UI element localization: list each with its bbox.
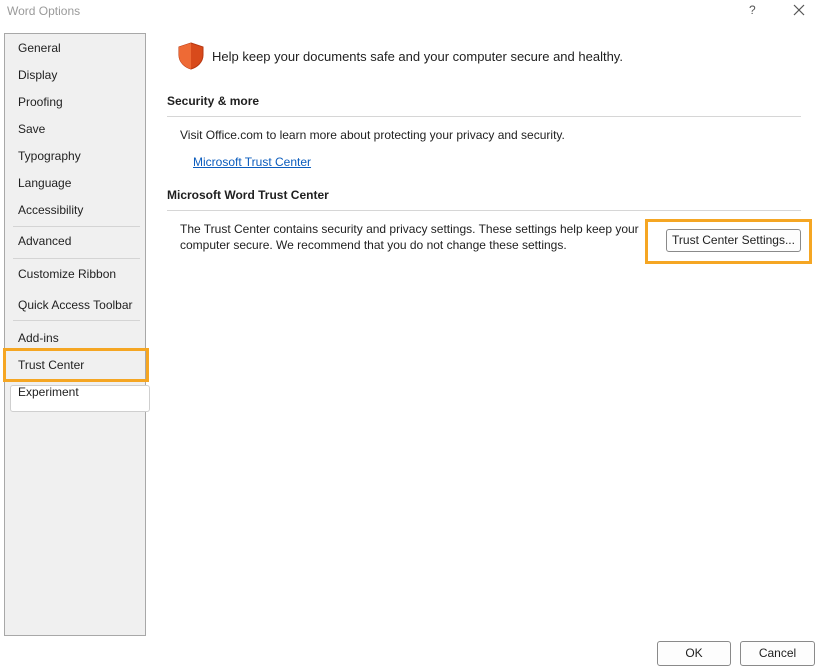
sidebar-item-customize-ribbon[interactable]: Customize Ribbon — [18, 267, 116, 281]
nav-separator — [13, 226, 140, 227]
microsoft-trust-center-link[interactable]: Microsoft Trust Center — [193, 155, 311, 169]
section-title-security: Security & more — [167, 94, 260, 108]
sidebar-item-proofing[interactable]: Proofing — [18, 95, 63, 109]
sidebar-item-add-ins[interactable]: Add-ins — [18, 331, 59, 345]
sidebar-item-trust-center[interactable]: Trust Center — [18, 358, 84, 372]
shield-icon — [178, 42, 204, 70]
sidebar-item-experiment[interactable]: Experiment — [18, 385, 79, 399]
nav-separator — [13, 320, 140, 321]
sidebar-item-save[interactable]: Save — [18, 122, 45, 136]
nav-separator — [13, 258, 140, 259]
section-divider — [167, 210, 801, 211]
page-headline: Help keep your documents safe and your c… — [212, 49, 623, 64]
security-description: Visit Office.com to learn more about pro… — [180, 128, 565, 142]
trust-center-description: The Trust Center contains security and p… — [180, 222, 639, 252]
title-bar: Word Options ? — [0, 0, 819, 24]
sidebar-item-advanced[interactable]: Advanced — [18, 234, 71, 248]
trust-center-settings-button[interactable]: Trust Center Settings... — [666, 229, 801, 252]
sidebar-item-display[interactable]: Display — [18, 68, 57, 82]
section-title-trust-center: Microsoft Word Trust Center — [167, 188, 329, 202]
help-button[interactable]: ? — [749, 3, 756, 17]
sidebar-nav: General Display Proofing Save Typography… — [4, 33, 150, 636]
section-divider — [167, 116, 801, 117]
sidebar-item-language[interactable]: Language — [18, 176, 71, 190]
ok-button[interactable]: OK — [657, 641, 731, 666]
window-title: Word Options — [7, 4, 81, 18]
sidebar-item-quick-access-toolbar[interactable]: Quick Access Toolbar — [18, 298, 133, 312]
sidebar-item-typography[interactable]: Typography — [18, 149, 81, 163]
sidebar-item-general[interactable]: General — [18, 41, 61, 55]
cancel-button[interactable]: Cancel — [740, 641, 815, 666]
close-icon[interactable] — [792, 3, 806, 17]
sidebar-item-accessibility[interactable]: Accessibility — [18, 203, 83, 217]
